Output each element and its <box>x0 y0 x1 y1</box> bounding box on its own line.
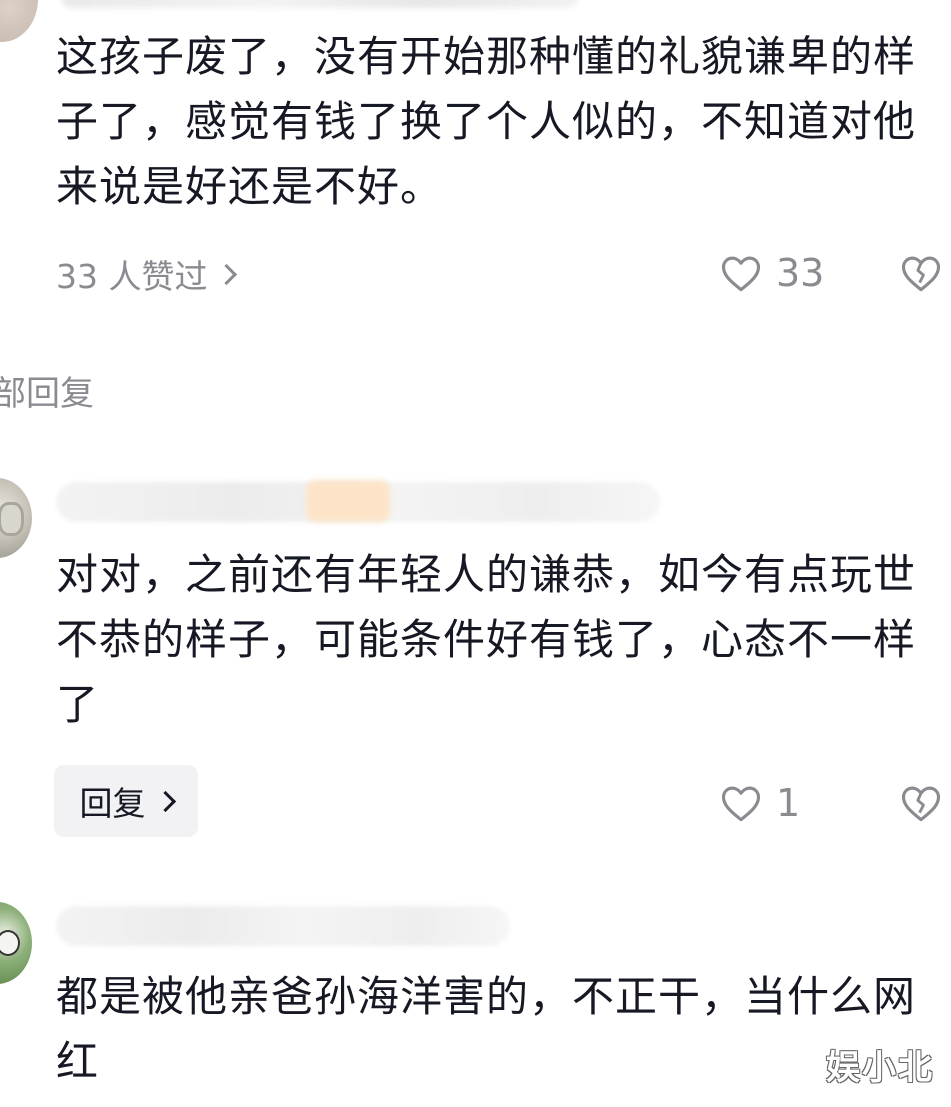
avatar[interactable] <box>0 0 38 42</box>
reply-label: 回复 <box>79 784 146 823</box>
broken-heart-icon[interactable] <box>900 783 942 823</box>
heart-outline-icon <box>721 786 761 822</box>
liked-by-link[interactable]: 33 人赞过 <box>56 250 238 298</box>
liked-by-label: 33 人赞过 <box>56 257 208 296</box>
blurred-username <box>56 906 510 946</box>
chevron-right-icon <box>154 790 176 812</box>
broken-heart-icon[interactable] <box>900 253 942 293</box>
reply-button[interactable]: 回复 <box>54 765 198 837</box>
like-button[interactable]: 33 <box>720 251 824 295</box>
avatar[interactable] <box>0 902 32 984</box>
like-button[interactable]: 1 <box>720 781 800 825</box>
all-replies-label[interactable]: 部回复 <box>0 366 94 415</box>
comment-text: 对对，之前还有年轻人的谦恭，如今有点玩世不恭的样子，可能条件好有钱了，心态不一样… <box>56 550 917 729</box>
comment-text: 都是被他亲爸孙海洋害的，不正干，当什么网红 <box>56 972 917 1086</box>
chevron-right-icon <box>216 263 238 285</box>
blurred-badge <box>306 480 390 522</box>
like-count: 1 <box>776 781 801 825</box>
heart-outline-icon <box>721 256 761 292</box>
blurred-username <box>60 0 580 8</box>
avatar[interactable] <box>0 478 32 558</box>
watermark: 娱小北 <box>826 1048 934 1088</box>
comment-text: 这孩子废了，没有开始那种懂的礼貌谦卑的样子了，感觉有钱了换了个人似的，不知道对他… <box>56 32 917 211</box>
like-count: 33 <box>776 251 825 295</box>
